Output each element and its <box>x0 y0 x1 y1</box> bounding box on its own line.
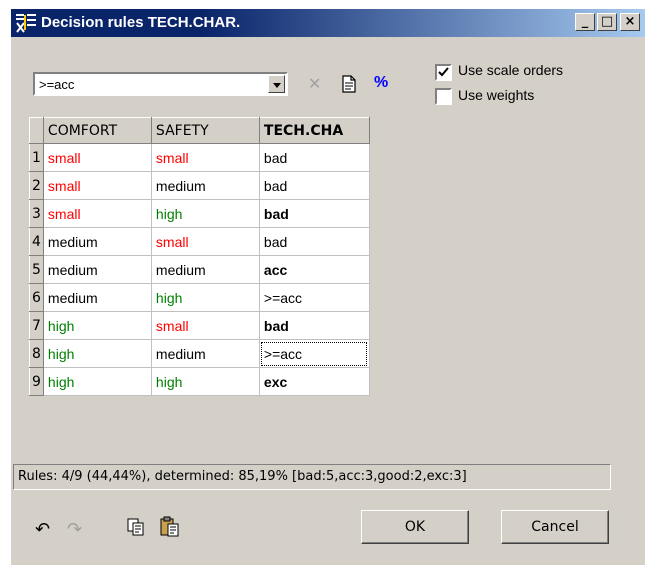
cell-safety[interactable]: high <box>150 367 260 396</box>
corner-cell[interactable] <box>29 117 44 144</box>
delete-icon[interactable]: ✕ <box>308 74 321 94</box>
table-row: 8 high medium >=acc <box>29 339 370 368</box>
cell-safety[interactable]: medium <box>150 171 260 200</box>
copy-icon[interactable] <box>126 517 146 537</box>
decision-rules-window: Decision rules TECH.CHAR. _ □ × >=acc ✕ … <box>10 8 645 565</box>
document-icon[interactable] <box>341 75 357 93</box>
table-row: 7 high small bad <box>29 311 370 340</box>
header-row: COMFORT SAFETY TECH.CHA <box>29 117 370 144</box>
combo-value: >=acc <box>39 77 75 92</box>
row-number[interactable]: 4 <box>29 227 44 256</box>
row-number[interactable]: 3 <box>29 199 44 228</box>
ok-button[interactable]: OK <box>361 510 469 544</box>
row-number[interactable]: 5 <box>29 255 44 284</box>
value-combobox[interactable]: >=acc <box>33 72 288 96</box>
row-number[interactable]: 8 <box>29 339 44 368</box>
cell-tech-char[interactable]: exc <box>258 367 370 396</box>
cell-comfort[interactable]: medium <box>42 283 152 312</box>
minimize-button[interactable]: _ <box>575 13 595 31</box>
rules-table: COMFORT SAFETY TECH.CHA 1 small small ba… <box>29 117 370 396</box>
row-number[interactable]: 9 <box>29 367 44 396</box>
table-row: 1 small small bad <box>29 143 370 172</box>
cell-tech-char[interactable]: bad <box>258 311 370 340</box>
cell-comfort[interactable]: small <box>42 199 152 228</box>
cell-safety[interactable]: medium <box>150 339 260 368</box>
app-icon <box>16 14 36 33</box>
cell-safety[interactable]: high <box>150 283 260 312</box>
maximize-button[interactable]: □ <box>597 13 617 31</box>
cell-comfort[interactable]: medium <box>42 227 152 256</box>
cell-tech-char[interactable]: acc <box>258 255 370 284</box>
row-number[interactable]: 6 <box>29 283 44 312</box>
row-number[interactable]: 1 <box>29 143 44 172</box>
cell-safety[interactable]: high <box>150 199 260 228</box>
cell-tech-char-focused[interactable]: >=acc <box>258 339 370 368</box>
cell-safety[interactable]: small <box>150 143 260 172</box>
use-weights-checkbox[interactable] <box>435 88 452 105</box>
window-title: Decision rules TECH.CHAR. <box>41 14 241 31</box>
cell-tech-char[interactable]: bad <box>258 227 370 256</box>
row-number[interactable]: 7 <box>29 311 44 340</box>
undo-icon[interactable]: ↶ <box>35 519 50 540</box>
row-number[interactable]: 2 <box>29 171 44 200</box>
title-bar[interactable]: Decision rules TECH.CHAR. _ □ × <box>11 9 645 37</box>
table-row: 3 small high bad <box>29 199 370 228</box>
table-row: 5 medium medium acc <box>29 255 370 284</box>
column-header-tech-char[interactable]: TECH.CHA <box>258 117 370 144</box>
percent-icon[interactable]: % <box>374 74 388 92</box>
table-row: 6 medium high >=acc <box>29 283 370 312</box>
status-bar: Rules: 4/9 (44,44%), determined: 85,19% … <box>13 464 611 490</box>
table-row: 2 small medium bad <box>29 171 370 200</box>
cell-comfort[interactable]: high <box>42 311 152 340</box>
use-weights-label: Use weights <box>458 87 535 103</box>
column-header-comfort[interactable]: COMFORT <box>42 117 152 144</box>
table-row: 4 medium small bad <box>29 227 370 256</box>
cell-comfort[interactable]: high <box>42 367 152 396</box>
paste-icon[interactable] <box>159 516 181 538</box>
cell-tech-char[interactable]: bad <box>258 143 370 172</box>
cell-safety[interactable]: small <box>150 311 260 340</box>
cell-tech-char[interactable]: bad <box>258 199 370 228</box>
column-header-safety[interactable]: SAFETY <box>150 117 260 144</box>
cell-comfort[interactable]: medium <box>42 255 152 284</box>
cancel-button[interactable]: Cancel <box>501 510 609 544</box>
close-button[interactable]: × <box>620 13 640 31</box>
cell-comfort[interactable]: small <box>42 143 152 172</box>
cell-safety[interactable]: small <box>150 227 260 256</box>
chevron-down-icon[interactable] <box>268 75 285 93</box>
checkmark-icon <box>438 67 449 77</box>
cell-safety[interactable]: medium <box>150 255 260 284</box>
cell-comfort[interactable]: high <box>42 339 152 368</box>
use-scale-orders-label: Use scale orders <box>458 62 564 78</box>
cell-tech-char[interactable]: bad <box>258 171 370 200</box>
use-scale-orders-checkbox[interactable] <box>435 64 452 81</box>
cell-comfort[interactable]: small <box>42 171 152 200</box>
redo-icon[interactable]: ↷ <box>67 519 82 540</box>
cell-tech-char[interactable]: >=acc <box>258 283 370 312</box>
table-row: 9 high high exc <box>29 367 370 396</box>
